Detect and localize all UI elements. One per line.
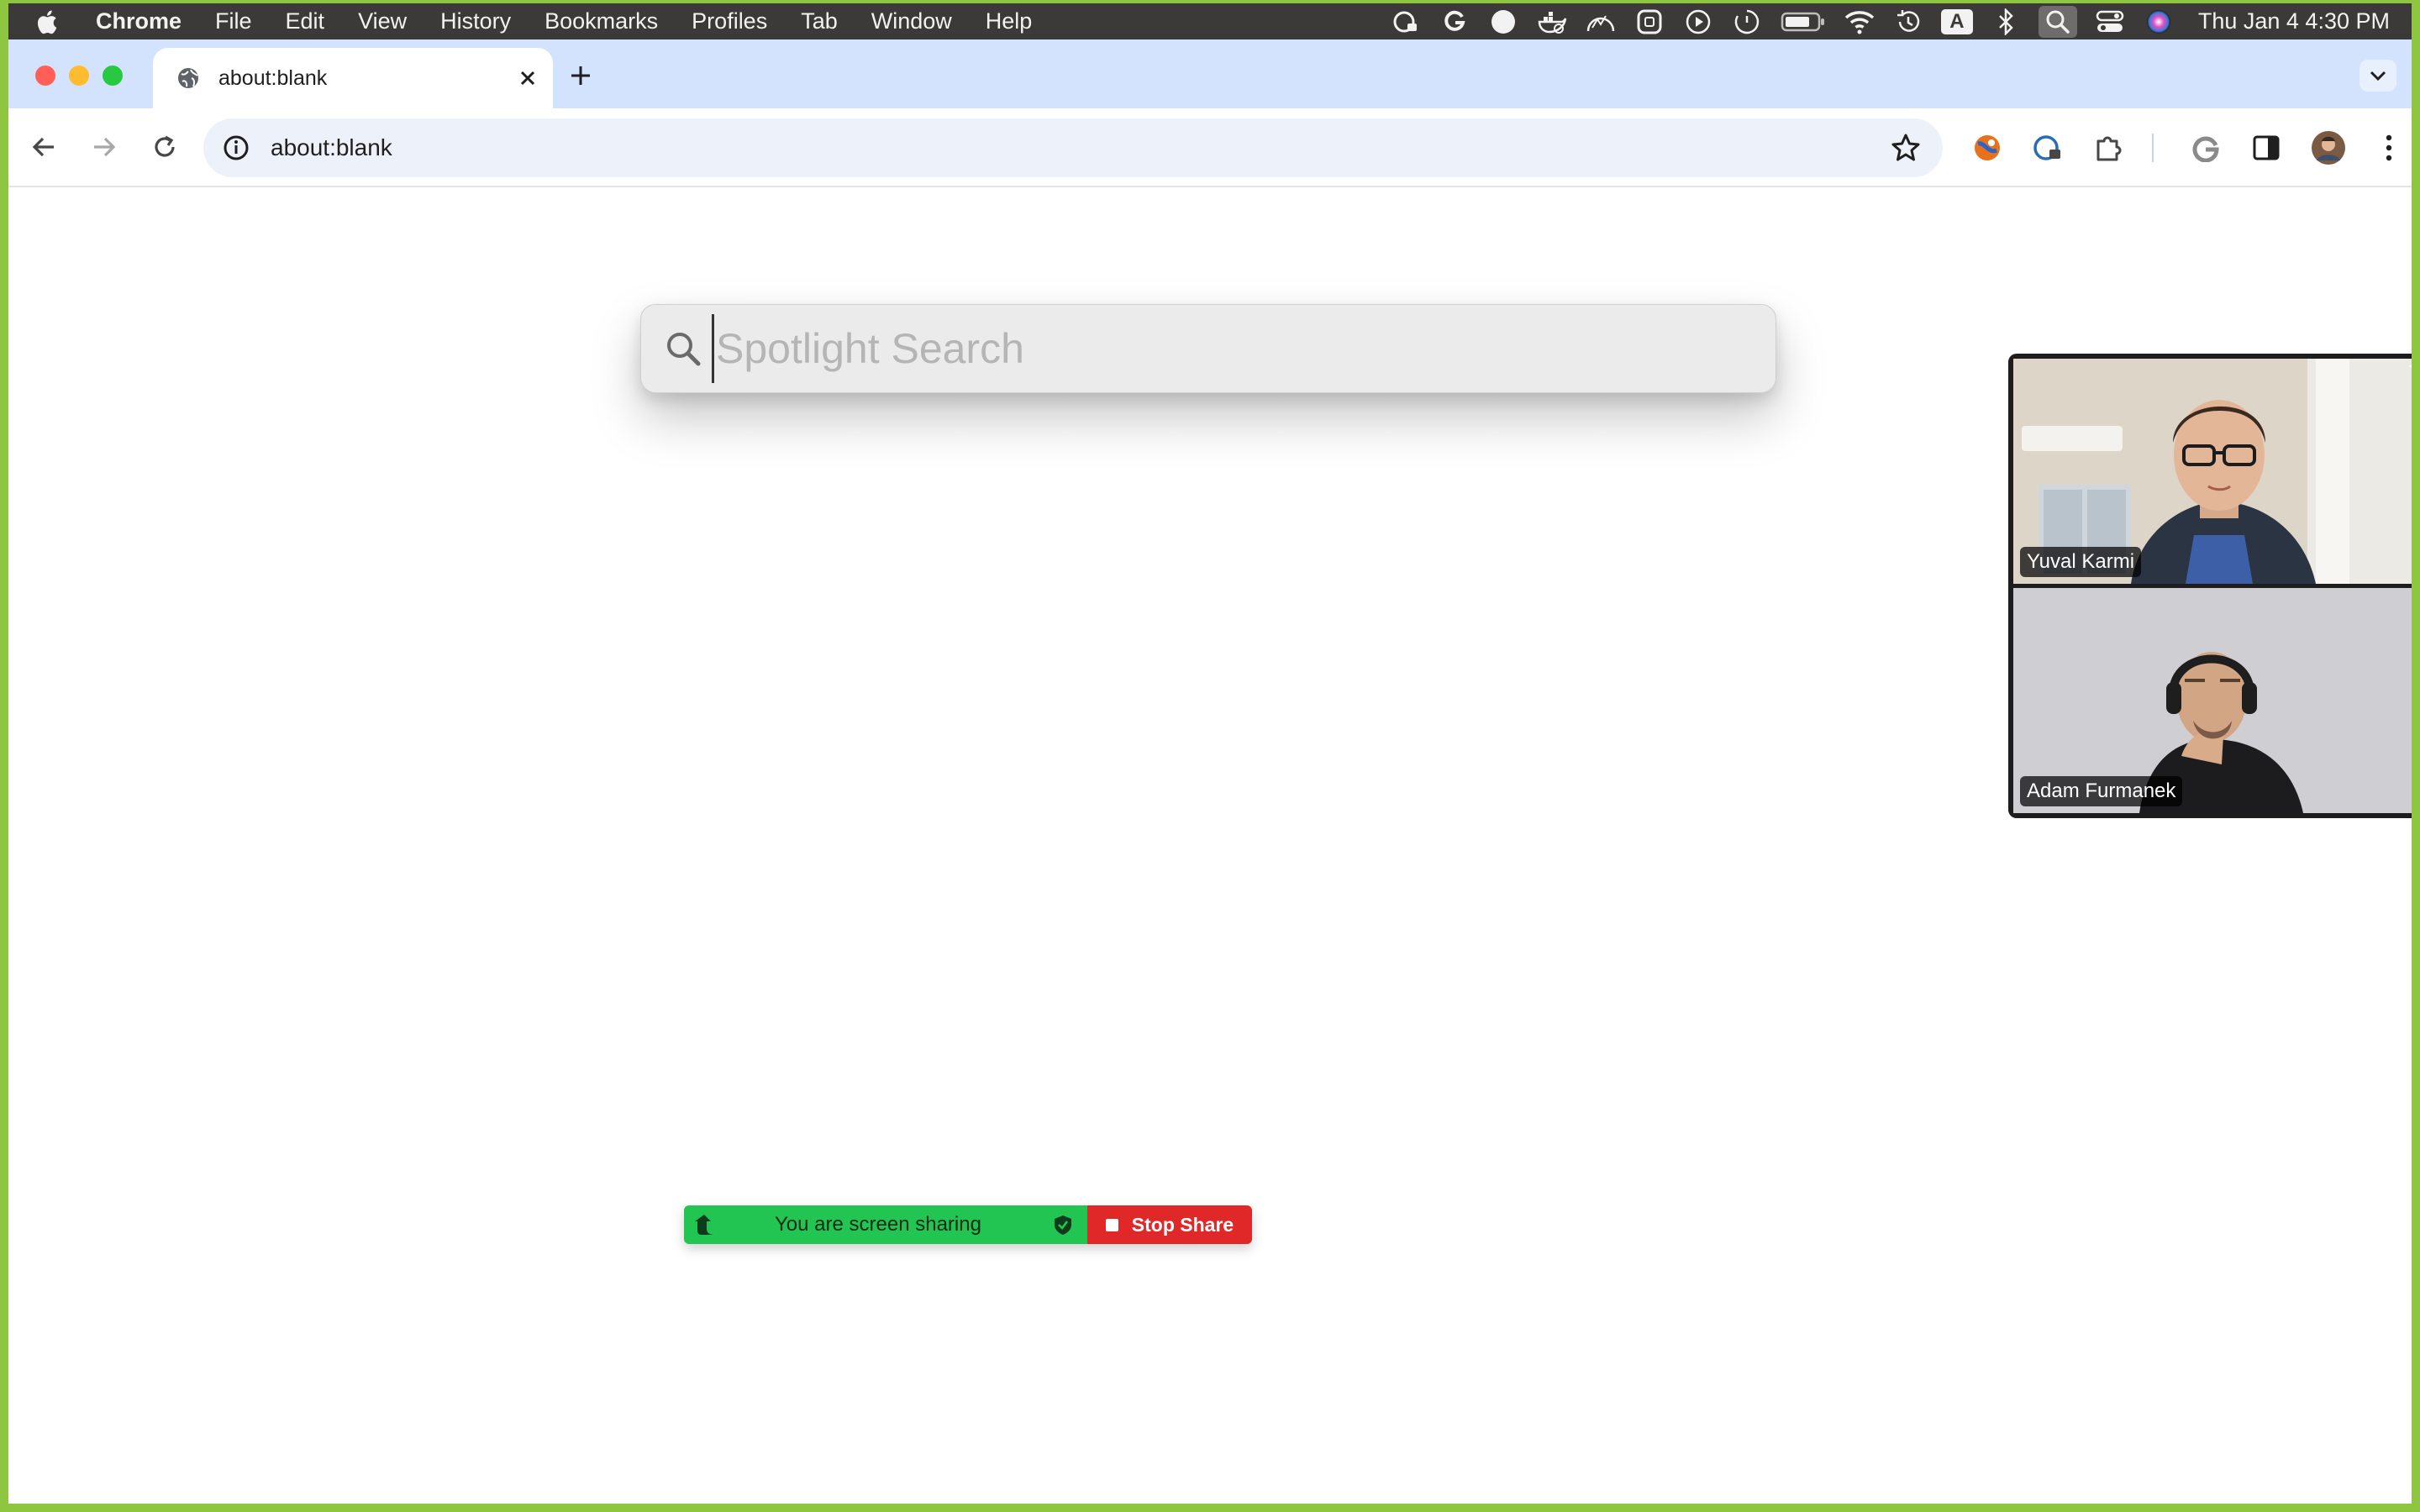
menu-bar-status-area: A Thu Jan 4 4:30 PM (1390, 3, 2420, 39)
bookmark-star-icon[interactable] (1891, 133, 1921, 163)
window-minimize-button[interactable] (69, 66, 89, 86)
address-bar-url: about:blank (271, 134, 392, 160)
google-icon[interactable] (2188, 130, 2223, 165)
bluetooth-icon[interactable] (1990, 6, 2022, 38)
browser-tab-strip: about:blank (8, 39, 2412, 108)
spotlight-search-input[interactable] (712, 314, 1776, 383)
tab-close-icon[interactable] (516, 66, 539, 90)
participant-tile-yuval[interactable]: Yuval Karmi (2013, 359, 2420, 584)
video-call-panel[interactable]: Yuval Karmi Adam Furmanek (2008, 354, 2420, 818)
panel-resize-handle[interactable] (2408, 357, 2420, 369)
menu-help[interactable]: Help (986, 8, 1033, 34)
menu-tab[interactable]: Tab (801, 8, 838, 34)
tab-title: about:blank (218, 66, 328, 90)
menu-profiles[interactable]: Profiles (692, 8, 767, 34)
menu-bar-clock[interactable]: Thu Jan 4 4:30 PM (2198, 8, 2390, 34)
record-dot-icon[interactable] (1487, 6, 1519, 38)
menu-bookmarks[interactable]: Bookmarks (544, 8, 658, 34)
kebab-menu-icon[interactable] (2371, 130, 2407, 165)
participant-name-label: Adam Furmanek (2020, 776, 2183, 806)
menu-window[interactable]: Window (871, 8, 952, 34)
menu-view[interactable]: View (358, 8, 407, 34)
window-close-button[interactable] (35, 66, 55, 86)
docker-icon[interactable] (1536, 6, 1568, 38)
battery-icon[interactable] (1780, 6, 1827, 38)
tab-search-chevron-down-icon[interactable] (2360, 60, 2396, 92)
activity-monitor-icon[interactable] (1585, 6, 1617, 38)
control-center-icon[interactable] (2094, 6, 2126, 38)
clock-arc-icon[interactable] (1731, 6, 1763, 38)
menu-history[interactable]: History (440, 8, 511, 34)
macos-menu-bar: Chrome File Edit View History Bookmarks … (0, 0, 2420, 39)
browser-toolbar: about:blank (8, 108, 2412, 187)
drag-handle-icon[interactable] (692, 1212, 718, 1237)
window-zoom-button[interactable] (103, 66, 123, 86)
new-tab-plus-icon[interactable] (566, 61, 595, 90)
play-circle-icon[interactable] (1682, 6, 1714, 38)
stop-share-button[interactable]: Stop Share (1087, 1205, 1252, 1244)
input-source-letter: A (1940, 8, 1973, 34)
spotlight-icon[interactable] (2038, 5, 2077, 38)
time-machine-icon[interactable] (1892, 6, 1924, 38)
grammarly-lock-icon[interactable] (1390, 6, 1422, 38)
grammarly-lock-icon[interactable] (2030, 130, 2065, 165)
reload-icon[interactable] (146, 129, 183, 165)
site-info-icon[interactable] (222, 134, 250, 162)
forward-arrow-icon[interactable] (86, 129, 123, 165)
participant-tile-adam[interactable]: Adam Furmanek (2013, 588, 2420, 813)
stop-share-label: Stop Share (1131, 1213, 1234, 1236)
profile-avatar[interactable] (2311, 130, 2346, 165)
stop-square-icon (1105, 1218, 1118, 1231)
globe-icon (178, 68, 198, 88)
menu-app-name[interactable]: Chrome (96, 8, 182, 34)
extension-colorful-icon[interactable] (1970, 130, 2005, 165)
spotlight-search-panel (640, 304, 1776, 393)
toolbar-divider (2152, 134, 2154, 162)
participant-name-label: Yuval Karmi (2020, 547, 2142, 577)
menu-file[interactable]: File (215, 8, 252, 34)
screen-share-control-bar: You are screen sharing Stop Share (684, 1205, 1252, 1244)
screen-sharing-text: You are screen sharing (775, 1213, 981, 1236)
apple-logo-icon[interactable] (34, 8, 59, 35)
back-arrow-icon[interactable] (25, 129, 62, 165)
square-app-icon[interactable] (1634, 6, 1665, 38)
menu-edit[interactable]: Edit (286, 8, 325, 34)
grammarly-icon[interactable] (1439, 6, 1470, 38)
shield-check-icon[interactable] (1052, 1214, 1074, 1236)
tab-about-blank[interactable]: about:blank (153, 48, 553, 108)
screen-sharing-status[interactable]: You are screen sharing (684, 1205, 1087, 1244)
magnifying-glass-icon (667, 333, 701, 366)
siri-icon[interactable] (2143, 6, 2175, 38)
input-source-icon[interactable]: A (1940, 6, 1973, 38)
address-bar[interactable]: about:blank (203, 118, 1943, 177)
puzzle-icon[interactable] (2091, 130, 2126, 165)
wifi-icon[interactable] (1844, 6, 1876, 38)
side-panel-icon[interactable] (2249, 130, 2284, 165)
